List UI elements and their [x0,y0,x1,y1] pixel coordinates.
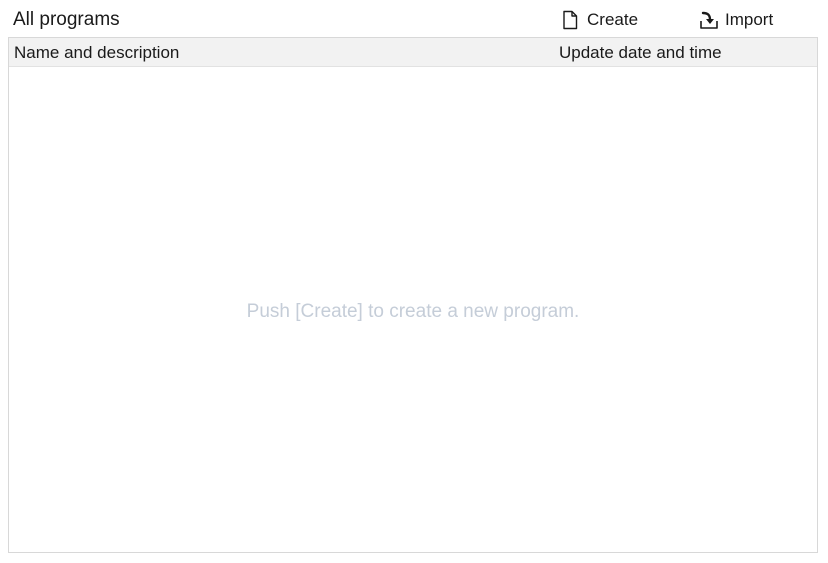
table-header: Name and description Update date and tim… [9,38,817,67]
empty-state-message: Push [Create] to create a new program. [246,301,580,322]
column-header-update-date[interactable]: Update date and time [559,42,722,64]
import-button[interactable]: Import [699,8,773,32]
new-document-icon [561,10,579,30]
programs-table: Name and description Update date and tim… [8,37,818,553]
import-button-label: Import [725,10,774,29]
page-header: All programs Create Import [0,0,828,37]
column-header-name[interactable]: Name and description [14,42,179,64]
create-button-label: Create [587,10,639,29]
import-icon [699,10,718,30]
programs-page: All programs Create Import Name and desc… [0,0,828,563]
page-title: All programs [13,9,120,30]
create-button[interactable]: Create [561,8,638,32]
